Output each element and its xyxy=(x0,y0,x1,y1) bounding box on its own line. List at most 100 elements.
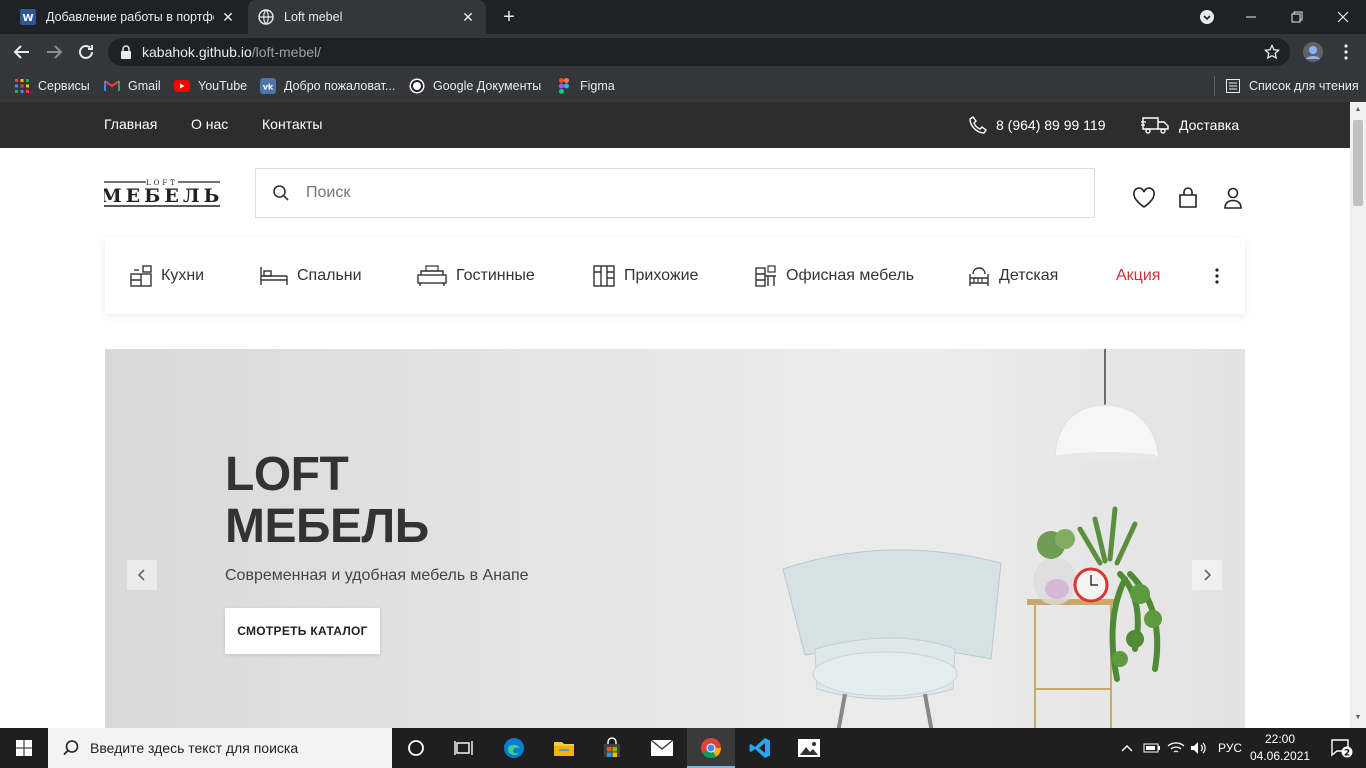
phone-number: 8 (964) 89 99 119 xyxy=(996,117,1106,133)
heart-icon[interactable] xyxy=(1132,186,1156,210)
forward-arrow-icon[interactable] xyxy=(42,40,66,64)
page-scrollbar[interactable]: ▲ ▼ xyxy=(1350,102,1366,728)
hero-title-line1: LOFT xyxy=(225,448,349,501)
reading-list[interactable]: Список для чтения xyxy=(1214,76,1359,96)
scrollbar-thumb[interactable] xyxy=(1353,120,1363,206)
clock-date: 04.06.2021 xyxy=(1250,749,1311,763)
clock-time: 22:00 xyxy=(1264,732,1296,746)
windows-start-icon[interactable] xyxy=(0,728,48,768)
browser-tab-strip: W Добавление работы в портфолио ✕ Loft m… xyxy=(0,0,1366,34)
volume-icon[interactable] xyxy=(1189,728,1209,768)
restore-icon[interactable] xyxy=(1274,0,1320,34)
chrome-icon[interactable] xyxy=(687,728,735,768)
category-bedrooms[interactable]: Спальни xyxy=(259,264,362,288)
back-arrow-icon[interactable] xyxy=(10,40,34,64)
site-header: LOFT МЕБЕЛЬ xyxy=(0,148,1350,238)
reading-list-icon xyxy=(1225,78,1241,94)
phone-link[interactable]: 8 (964) 89 99 119 xyxy=(968,114,1106,136)
svg-text:vk: vk xyxy=(263,83,274,92)
slider-prev-chevron-icon[interactable] xyxy=(127,560,157,590)
new-tab-icon[interactable]: + xyxy=(498,7,520,29)
close-window-icon[interactable] xyxy=(1320,0,1366,34)
tab-portfolio[interactable]: W Добавление работы в портфолио ✕ xyxy=(10,0,246,34)
google-docs-icon xyxy=(409,78,425,94)
input-language[interactable]: РУС xyxy=(1214,728,1246,768)
slider-next-chevron-icon[interactable] xyxy=(1192,560,1222,590)
bookmark-youtube[interactable]: YouTube xyxy=(174,76,247,96)
wifi-icon[interactable] xyxy=(1166,728,1186,768)
nav-about[interactable]: О нас xyxy=(191,116,228,132)
bookmark-google-docs[interactable]: Google Документы xyxy=(409,76,541,96)
nav-home[interactable]: Главная xyxy=(104,116,157,132)
tab-loft-mebel[interactable]: Loft mebel ✕ xyxy=(248,0,486,34)
category-nav: Кухни Спальни Гостинные Прихожие Офисная… xyxy=(105,238,1245,314)
search-input[interactable] xyxy=(306,184,1066,202)
bookmark-label: Gmail xyxy=(128,79,161,93)
sofa-icon xyxy=(416,264,448,288)
search-icon xyxy=(62,739,80,757)
category-label: Спальни xyxy=(297,267,362,284)
category-label: Офисная мебель xyxy=(786,267,915,284)
scroll-down-arrow-icon[interactable]: ▼ xyxy=(1354,714,1362,722)
category-office[interactable]: Офисная мебель xyxy=(754,264,914,288)
kitchen-icon xyxy=(129,264,153,288)
more-vertical-icon[interactable] xyxy=(1207,264,1227,288)
microsoft-store-icon[interactable] xyxy=(588,728,636,768)
bookmark-vk[interactable]: vk Добро пожаловат... xyxy=(260,76,395,96)
file-explorer-icon[interactable] xyxy=(540,728,588,768)
delivery-link[interactable]: Доставка xyxy=(1141,114,1239,136)
close-icon[interactable]: ✕ xyxy=(220,9,236,25)
cart-bag-icon[interactable] xyxy=(1176,186,1200,210)
bookmark-gmail[interactable]: Gmail xyxy=(104,76,161,96)
vscode-icon[interactable] xyxy=(736,728,784,768)
svg-text:W: W xyxy=(22,13,33,24)
view-catalog-button[interactable]: СМОТРЕТЬ КАТАЛОГ xyxy=(225,608,380,654)
close-icon[interactable]: ✕ xyxy=(460,9,476,25)
browser-menu-icon[interactable] xyxy=(1334,40,1358,64)
kids-icon xyxy=(967,264,991,288)
minimize-icon[interactable] xyxy=(1228,0,1274,34)
wardrobe-icon xyxy=(592,264,616,288)
tab-search-icon[interactable] xyxy=(1184,0,1230,34)
bookmark-figma[interactable]: Figma xyxy=(556,76,615,96)
notification-center-icon[interactable]: 2 xyxy=(1322,728,1362,768)
bookmark-star-icon[interactable] xyxy=(1263,43,1281,63)
site-logo[interactable]: LOFT МЕБЕЛЬ xyxy=(101,178,220,208)
photos-icon[interactable] xyxy=(785,728,833,768)
bed-icon xyxy=(259,264,289,288)
bookmark-label: Добро пожаловат... xyxy=(284,79,396,93)
globe-icon xyxy=(258,9,274,25)
category-sale[interactable]: Акция xyxy=(1116,264,1160,288)
nav-contacts[interactable]: Контакты xyxy=(262,116,322,132)
user-icon[interactable] xyxy=(1221,186,1245,210)
category-label: Акция xyxy=(1116,267,1161,284)
category-label: Прихожие xyxy=(624,267,699,284)
task-view-icon[interactable] xyxy=(440,728,488,768)
category-label: Гостинные xyxy=(456,267,535,284)
category-hallways[interactable]: Прихожие xyxy=(592,264,698,288)
scroll-up-arrow-icon[interactable]: ▲ xyxy=(1354,106,1362,114)
notification-count: 2 xyxy=(1344,749,1350,759)
youtube-icon xyxy=(174,78,190,94)
taskbar-clock[interactable]: 22:00 04.06.2021 xyxy=(1250,731,1310,765)
hero-title: LOFT МЕБЕЛЬ xyxy=(225,449,429,553)
taskbar-search-input[interactable] xyxy=(90,740,380,756)
category-kitchens[interactable]: Кухни xyxy=(129,264,204,288)
bookmark-label: YouTube xyxy=(198,79,248,93)
bookmarks-bar: Сервисы Gmail YouTube vk Добро пожаловат… xyxy=(0,70,1366,102)
mail-icon[interactable] xyxy=(638,728,686,768)
battery-icon[interactable] xyxy=(1142,728,1162,768)
apps-grid-icon xyxy=(14,78,30,94)
category-living-rooms[interactable]: Гостинные xyxy=(416,264,535,288)
cortana-icon[interactable] xyxy=(392,728,440,768)
profile-avatar-icon[interactable] xyxy=(1300,40,1326,64)
category-kids[interactable]: Детская xyxy=(967,264,1058,288)
edge-icon[interactable] xyxy=(490,728,538,768)
bookmark-label: Сервисы xyxy=(38,79,90,93)
reload-icon[interactable] xyxy=(74,40,98,64)
site-topbar: Главная О нас Контакты 8 (964) 89 99 119… xyxy=(0,102,1350,148)
tray-chevron-up-icon[interactable] xyxy=(1118,728,1136,768)
bookmark-services[interactable]: Сервисы xyxy=(14,76,90,96)
address-bar[interactable]: kabahok.github.io/loft-mebel/ xyxy=(108,38,1290,66)
search-icon[interactable] xyxy=(272,184,290,202)
